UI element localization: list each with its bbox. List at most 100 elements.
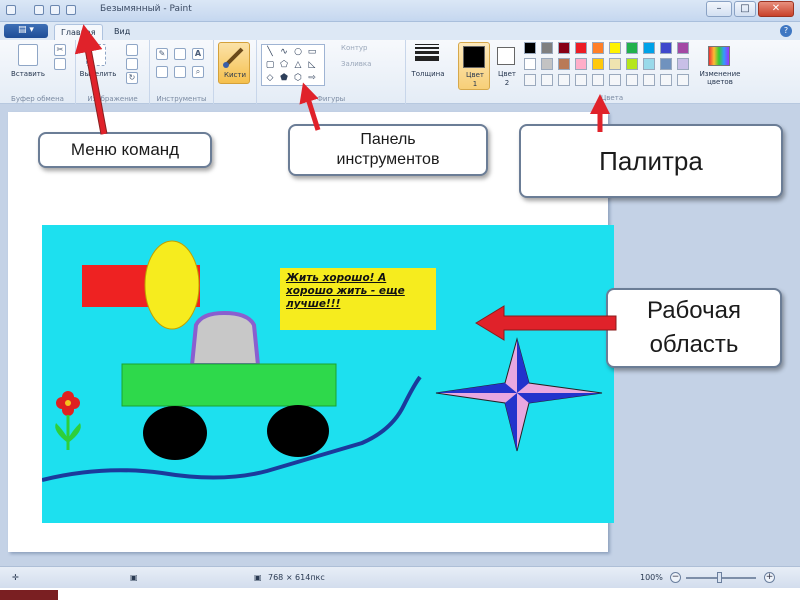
file-menu-button[interactable]: ▤ ▾ xyxy=(4,24,48,38)
outline-label[interactable]: Контур xyxy=(341,44,368,52)
magnifier-icon[interactable]: ⌕ xyxy=(192,66,204,78)
paste-icon[interactable] xyxy=(18,44,38,66)
zoom-in-button[interactable]: + xyxy=(764,572,775,583)
curve-shape-icon[interactable]: ∿ xyxy=(278,46,290,58)
speech-text-box: Жить хорошо! А хорошо жить - еще лучше!!… xyxy=(280,268,436,330)
palette-color-swatch[interactable] xyxy=(660,58,672,70)
palette-color-swatch[interactable] xyxy=(609,58,621,70)
palette-color-swatch[interactable] xyxy=(643,58,655,70)
select-label[interactable]: Выделить xyxy=(78,70,118,78)
palette-empty-swatch[interactable] xyxy=(609,74,621,86)
car-wheel-left xyxy=(143,406,207,460)
palette-color-swatch[interactable] xyxy=(592,42,604,54)
palette-color-swatch[interactable] xyxy=(592,58,604,70)
drawing-area[interactable]: Жить хорошо! А хорошо жить - еще лучше!!… xyxy=(42,225,614,523)
tools-group: ✎ A ⌕ Инструменты xyxy=(150,40,214,104)
palette-color-swatch[interactable] xyxy=(609,42,621,54)
ellipse-shape-icon[interactable]: ○ xyxy=(292,46,304,58)
palette-color-swatch[interactable] xyxy=(643,42,655,54)
paste-label[interactable]: Вставить xyxy=(6,70,50,78)
tab-home[interactable]: Главная xyxy=(54,24,103,40)
color2-button[interactable]: Цвет 2 xyxy=(494,42,520,90)
pentagon-shape-icon[interactable]: ⬟ xyxy=(278,72,290,84)
zoom-level: 100% xyxy=(640,573,663,582)
rounded-rect-shape-icon[interactable]: ▢ xyxy=(264,59,276,71)
redo-quick-icon[interactable] xyxy=(66,5,76,15)
palette-color-swatch[interactable] xyxy=(575,42,587,54)
close-button[interactable]: ✕ xyxy=(758,1,794,17)
tab-view[interactable]: Вид xyxy=(108,24,136,40)
size-label[interactable]: Толщина xyxy=(406,70,450,78)
arrow-shape-icon[interactable]: ⇨ xyxy=(306,72,318,84)
shapes-gallery[interactable]: ╲ ∿ ○ ▭ ▢ ⬠ △ ◺ ◇ ⬟ ⬡ ⇨ xyxy=(261,44,325,86)
tools-group-label: Инструменты xyxy=(156,95,207,103)
undo-quick-icon[interactable] xyxy=(50,5,60,15)
palette-color-swatch[interactable] xyxy=(660,42,672,54)
copy-icon[interactable] xyxy=(54,58,66,70)
palette-empty-swatch[interactable] xyxy=(541,74,553,86)
selection-size-icon: ▣ xyxy=(130,573,138,582)
color1-swatch xyxy=(463,46,485,68)
palette-empty-swatch[interactable] xyxy=(677,74,689,86)
palette-color-swatch[interactable] xyxy=(626,58,638,70)
help-icon[interactable]: ? xyxy=(780,25,792,37)
select-icon[interactable] xyxy=(86,44,106,66)
minimize-button[interactable]: – xyxy=(706,1,732,17)
triangle-shape-icon[interactable]: △ xyxy=(292,59,304,71)
fill-icon[interactable] xyxy=(174,48,186,60)
palette-empty-swatch[interactable] xyxy=(660,74,672,86)
resize-icon[interactable] xyxy=(126,58,138,70)
palette-color-swatch[interactable] xyxy=(558,58,570,70)
palette-color-swatch[interactable] xyxy=(541,42,553,54)
palette-empty-swatch[interactable] xyxy=(524,74,536,86)
title-bar: Безымянный - Paint – □ ✕ xyxy=(0,0,800,22)
edit-colors-icon[interactable] xyxy=(708,46,730,66)
palette-color-swatch[interactable] xyxy=(677,42,689,54)
palette-color-swatch[interactable] xyxy=(677,58,689,70)
brushes-label: Кисти xyxy=(224,71,246,79)
save-quick-icon[interactable] xyxy=(34,5,44,15)
palette-color-swatch[interactable] xyxy=(524,42,536,54)
color1-button[interactable]: Цвет 1 xyxy=(458,42,490,90)
palette-empty-swatch[interactable] xyxy=(626,74,638,86)
maximize-button[interactable]: □ xyxy=(734,1,756,17)
paint-app-icon[interactable] xyxy=(6,5,16,15)
hexagon-shape-icon[interactable]: ⬡ xyxy=(292,72,304,84)
size-button[interactable] xyxy=(412,44,442,68)
pencil-icon[interactable]: ✎ xyxy=(156,48,168,60)
edit-colors-label[interactable]: Изменение цветов xyxy=(692,70,748,86)
palette-empty-swatch[interactable] xyxy=(558,74,570,86)
diamond-shape-icon[interactable]: ◇ xyxy=(264,72,276,84)
palette-empty-swatch[interactable] xyxy=(592,74,604,86)
palette-empty-swatch[interactable] xyxy=(643,74,655,86)
text-icon[interactable]: A xyxy=(192,48,204,60)
colors-group-label: Цвета xyxy=(600,94,624,102)
yellow-ellipse xyxy=(144,240,200,330)
palette-color-swatch[interactable] xyxy=(524,58,536,70)
rotate-icon[interactable]: ↻ xyxy=(126,72,138,84)
brushes-button[interactable]: Кисти xyxy=(218,42,250,84)
rectangle-shape-icon[interactable]: ▭ xyxy=(306,46,318,58)
palette-color-swatch[interactable] xyxy=(541,58,553,70)
color2-number: 2 xyxy=(504,79,510,87)
line-shape-icon[interactable]: ╲ xyxy=(264,46,276,58)
palette-color-swatch[interactable] xyxy=(575,58,587,70)
cut-icon[interactable]: ✂ xyxy=(54,44,66,56)
eraser-icon[interactable] xyxy=(156,66,168,78)
car-cabin xyxy=(189,310,261,367)
polygon-shape-icon[interactable]: ⬠ xyxy=(278,59,290,71)
crop-icon[interactable] xyxy=(126,44,138,56)
shapes-group-label: Фигуры xyxy=(316,95,346,103)
callout-menu-commands: Меню команд xyxy=(38,132,212,168)
palette-color-swatch[interactable] xyxy=(626,42,638,54)
zoom-out-button[interactable]: − xyxy=(670,572,681,583)
zoom-slider-thumb[interactable] xyxy=(717,572,722,583)
car-wheel-right xyxy=(267,405,329,457)
palette-empty-swatch[interactable] xyxy=(575,74,587,86)
fill-label[interactable]: Заливка xyxy=(341,60,371,68)
color-palette xyxy=(524,42,700,92)
palette-color-swatch[interactable] xyxy=(558,42,570,54)
right-triangle-shape-icon[interactable]: ◺ xyxy=(306,59,318,71)
bottom-strip xyxy=(0,588,800,600)
color-picker-icon[interactable] xyxy=(174,66,186,78)
